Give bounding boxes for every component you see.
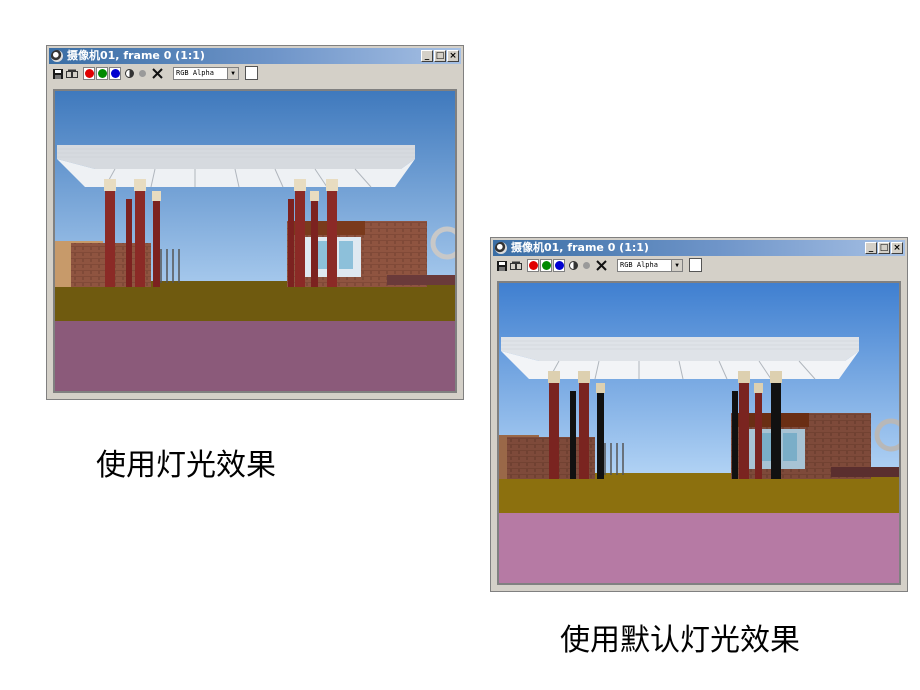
red-channel-button[interactable] <box>83 67 95 80</box>
blue-channel-button[interactable] <box>109 67 121 80</box>
green-channel-button[interactable] <box>540 259 552 272</box>
maximize-button[interactable]: □ <box>434 50 446 62</box>
rendered-scene-image <box>499 283 899 583</box>
gray-dot-icon[interactable] <box>138 67 147 80</box>
mono-icon[interactable] <box>569 259 578 272</box>
background-swatch[interactable] <box>689 258 702 272</box>
red-channel-icon <box>85 69 94 78</box>
caption-default: 使用默认灯光效果 <box>560 623 800 658</box>
dropdown-arrow-icon[interactable]: ▼ <box>227 68 238 79</box>
clear-icon[interactable] <box>152 67 163 80</box>
close-button[interactable]: × <box>447 50 459 62</box>
green-channel-icon <box>98 69 107 78</box>
close-button[interactable]: × <box>891 242 903 254</box>
blue-channel-icon <box>555 261 564 270</box>
channel-select[interactable]: RGB Alpha ▼ <box>173 67 239 80</box>
frame-toolbar: RGB Alpha ▼ <box>493 258 905 274</box>
save-icon[interactable] <box>53 67 63 80</box>
green-channel-icon <box>542 261 551 270</box>
red-channel-icon <box>529 261 538 270</box>
blue-channel-button[interactable] <box>553 259 565 272</box>
background-swatch[interactable] <box>245 66 258 80</box>
window-titlebar[interactable]: 摄像机01, frame 0 (1:1) _ □ × <box>493 240 905 256</box>
channel-select[interactable]: RGB Alpha ▼ <box>617 259 683 272</box>
red-channel-button[interactable] <box>527 259 539 272</box>
render-window-lit: 摄像机01, frame 0 (1:1) _ □ × RGB Alpha ▼ <box>46 45 464 400</box>
gray-dot-icon[interactable] <box>582 259 591 272</box>
render-viewport <box>497 281 901 585</box>
rendered-scene-image <box>55 91 455 391</box>
green-channel-button[interactable] <box>96 67 108 80</box>
save-icon[interactable] <box>497 259 507 272</box>
blue-channel-icon <box>111 69 120 78</box>
maximize-button[interactable]: □ <box>878 242 890 254</box>
window-titlebar[interactable]: 摄像机01, frame 0 (1:1) _ □ × <box>49 48 461 64</box>
mono-icon[interactable] <box>125 67 134 80</box>
minimize-button[interactable]: _ <box>421 50 433 62</box>
window-title: 摄像机01, frame 0 (1:1) <box>511 241 649 254</box>
window-title: 摄像机01, frame 0 (1:1) <box>67 49 205 62</box>
copy-icon[interactable] <box>66 67 78 80</box>
app-icon <box>51 50 63 62</box>
clear-icon[interactable] <box>596 259 607 272</box>
caption-lit: 使用灯光效果 <box>96 448 276 483</box>
render-viewport <box>53 89 457 393</box>
render-window-default: 摄像机01, frame 0 (1:1) _ □ × RGB Alpha ▼ <box>490 237 908 592</box>
frame-toolbar: RGB Alpha ▼ <box>49 66 461 82</box>
dropdown-arrow-icon[interactable]: ▼ <box>671 260 682 271</box>
app-icon <box>495 242 507 254</box>
copy-icon[interactable] <box>510 259 522 272</box>
minimize-button[interactable]: _ <box>865 242 877 254</box>
